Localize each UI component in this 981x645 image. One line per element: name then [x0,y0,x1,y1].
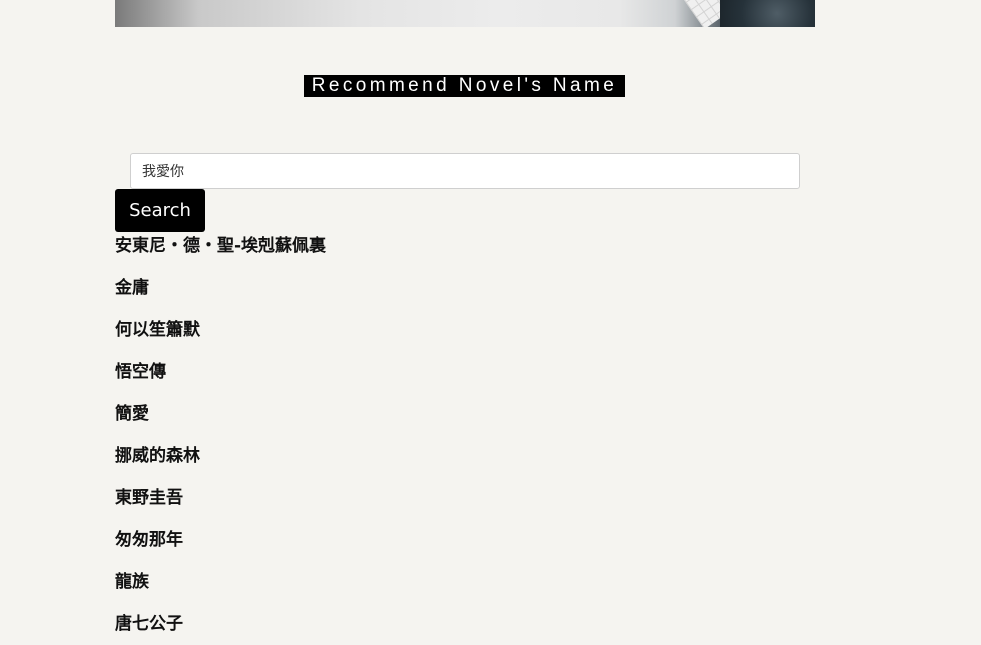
result-item[interactable]: 東野圭吾 [115,485,326,527]
page-title: Recommend Novel's Name [303,75,626,97]
page: Recommend Novel's Name Search 安東尼・德・聖-埃剋… [0,0,981,645]
result-item[interactable]: 何以笙簫默 [115,317,326,359]
dark-object-graphic [720,0,815,27]
title-container: Recommend Novel's Name [0,75,929,97]
hero-banner-image [115,0,815,27]
result-item[interactable]: 簡愛 [115,401,326,443]
search-button[interactable]: Search [115,189,205,232]
result-item[interactable]: 挪威的森林 [115,443,326,485]
results-list: 安東尼・德・聖-埃剋蘇佩裏 金庸 何以笙簫默 悟空傳 簡愛 挪威的森林 東野圭吾… [115,233,326,645]
result-item[interactable]: 安東尼・德・聖-埃剋蘇佩裏 [115,233,326,275]
result-item[interactable]: 唐七公子 [115,611,326,645]
result-item[interactable]: 金庸 [115,275,326,317]
result-item[interactable]: 龍族 [115,569,326,611]
search-input[interactable] [130,153,800,189]
result-item[interactable]: 悟空傳 [115,359,326,401]
result-item[interactable]: 匆匆那年 [115,527,326,569]
